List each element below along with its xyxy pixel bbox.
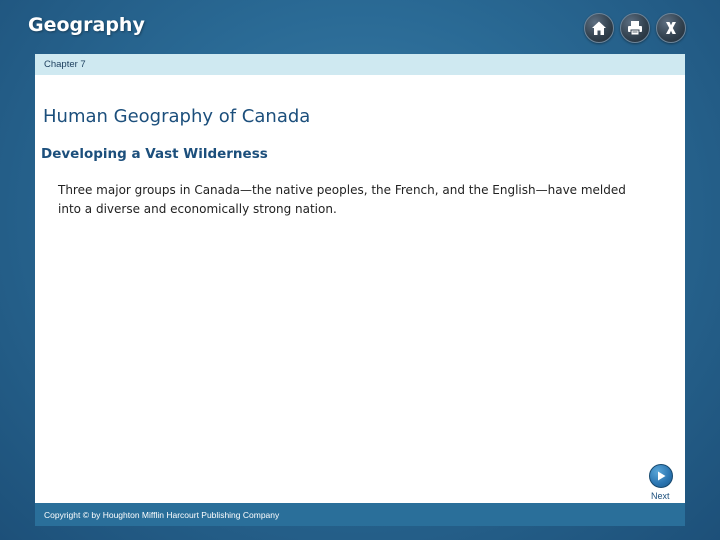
app-title: Geography xyxy=(28,14,145,36)
page-title: Human Geography of Canada xyxy=(43,106,311,127)
next-button[interactable] xyxy=(649,464,673,488)
close-icon xyxy=(662,19,680,37)
content-card: Chapter 7 Human Geography of Canada Deve… xyxy=(35,54,685,503)
close-button[interactable] xyxy=(656,13,686,43)
footer-bar: Copyright © by Houghton Mifflin Harcourt… xyxy=(35,503,685,526)
next-label[interactable]: Next xyxy=(651,491,670,501)
home-button[interactable] xyxy=(584,13,614,43)
toolbar xyxy=(584,13,686,43)
chapter-label: Chapter 7 xyxy=(44,59,86,70)
body-text: Three major groups in Canada—the native … xyxy=(58,183,626,216)
play-icon xyxy=(655,467,667,486)
copyright-text: Copyright © by Houghton Mifflin Harcourt… xyxy=(44,510,280,520)
chapter-bar: Chapter 7 xyxy=(35,54,685,75)
print-button[interactable] xyxy=(620,13,650,43)
home-icon xyxy=(590,19,608,37)
print-icon xyxy=(626,19,644,37)
section-title: Developing a Vast Wilderness xyxy=(41,146,268,162)
